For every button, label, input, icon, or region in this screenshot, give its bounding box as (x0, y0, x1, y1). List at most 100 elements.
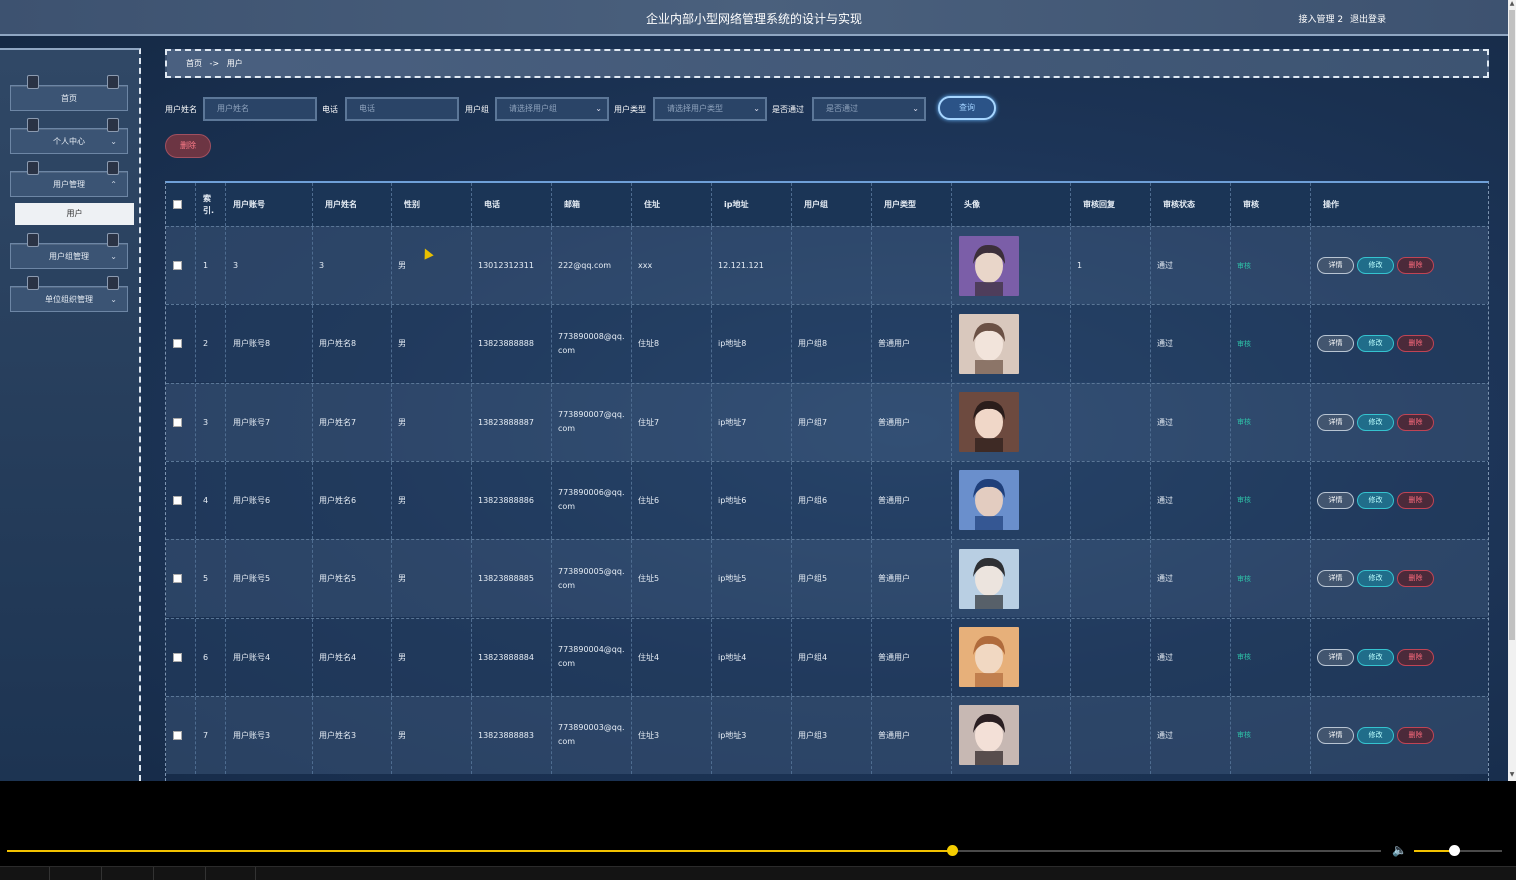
delete-button[interactable]: 删除 (1397, 257, 1434, 274)
sidebar-item-home[interactable]: 首页 (10, 75, 128, 111)
cell-phone: 13823888888 (472, 305, 552, 383)
cell-text-name: 用户姓名8 (319, 339, 357, 349)
playback-progress-bar[interactable] (7, 845, 1381, 856)
system-title: 企业内部小型网络管理系统的设计与实现 (645, 12, 862, 26)
sidebar-subitem-users[interactable]: 用户 (15, 203, 134, 225)
sidebar-item-profile[interactable]: 个人中心 ⌄ (10, 118, 128, 154)
edit-button[interactable]: 修改 (1357, 413, 1394, 431)
header-address: 住址 (632, 183, 712, 226)
select-all-cell (166, 183, 196, 226)
avatar-image (959, 235, 1019, 296)
cell-text-audit[interactable]: 审核 (1237, 261, 1251, 271)
cell-ip: 12.121.121 (712, 227, 792, 304)
cell-ip: ip地址3 (712, 696, 792, 774)
cell-text-type: 普通用户 (878, 730, 910, 740)
cell-text-audit[interactable]: 审核 (1237, 730, 1251, 740)
cell-reply (1071, 305, 1151, 383)
avatar (959, 392, 1019, 453)
cell-text-group: 用户组5 (798, 574, 828, 584)
cell-gender: 男 (392, 540, 472, 618)
delete-button[interactable]: 删除 (1397, 726, 1434, 744)
cell-text-type: 普通用户 (878, 652, 910, 662)
cell-account: 用户账号4 (226, 618, 313, 696)
cell-gender: 男 (392, 618, 472, 696)
cell-type (872, 227, 952, 304)
edit-button[interactable]: 修改 (1357, 491, 1394, 509)
breadcrumb-home[interactable]: 首页 (186, 59, 202, 68)
cell-ip: ip地址5 (712, 540, 792, 618)
toolbar-segment[interactable] (154, 867, 206, 880)
pass-select[interactable]: 是否通过 ⌄ (812, 97, 926, 121)
row-checkbox[interactable] (173, 495, 182, 505)
cell-reply (1071, 383, 1151, 461)
detail-button[interactable]: 详情 (1317, 491, 1354, 509)
cell-text-email: 773890005@qq.com (558, 566, 625, 590)
table-row: 3 用户账号7 用户姓名7 男 13823888887 773890007@qq.com 住… (166, 382, 1488, 461)
cell-text-idx: 1 (203, 261, 209, 270)
clip-icon (27, 233, 39, 247)
scroll-thumb[interactable] (1509, 10, 1515, 640)
logout-link[interactable]: 退出登录 (1350, 15, 1386, 25)
scrollbar[interactable]: ▲ ▼ (1508, 0, 1516, 781)
toolbar-segment[interactable] (102, 867, 154, 880)
cell-text-audit[interactable]: 审核 (1237, 574, 1251, 584)
cell-avatar (952, 618, 1071, 696)
cell-gender: 男 (392, 227, 472, 304)
delete-button[interactable]: 删除 (1397, 413, 1434, 431)
delete-button[interactable]: 删除 (1397, 570, 1434, 588)
toolbar-segment[interactable] (0, 867, 50, 880)
cell-text-audit[interactable]: 审核 (1237, 339, 1251, 349)
sidebar-item-org-management[interactable]: 单位组织管理 ⌄ (10, 276, 128, 312)
edit-button[interactable]: 修改 (1357, 648, 1394, 666)
sidebar-item-group-management[interactable]: 用户组管理 ⌄ (10, 233, 128, 269)
cell-text-audit[interactable]: 审核 (1237, 652, 1251, 662)
cell-text-account: 用户账号5 (233, 574, 271, 584)
detail-button[interactable]: 详情 (1317, 335, 1354, 353)
edit-button[interactable]: 修改 (1357, 726, 1394, 744)
cell-status: 通过 (1151, 461, 1231, 539)
batch-delete-button[interactable]: 删除 (165, 134, 211, 158)
row-checkbox[interactable] (173, 652, 182, 662)
cell-text-audit[interactable]: 审核 (1237, 495, 1251, 505)
edit-button[interactable]: 修改 (1357, 335, 1394, 353)
volume-knob[interactable] (1448, 845, 1460, 856)
clip-icon (27, 118, 39, 132)
cell-gender: 男 (392, 383, 472, 461)
group-select[interactable]: 请选择用户组 ⌄ (495, 97, 609, 121)
detail-button[interactable]: 详情 (1317, 726, 1354, 744)
name-search-input[interactable]: 用户姓名 (203, 97, 317, 121)
cell-ip: ip地址4 (712, 618, 792, 696)
phone-search-input[interactable]: 电话 (345, 97, 459, 121)
scroll-down-icon[interactable]: ▼ (1508, 771, 1516, 778)
cell-gender: 男 (392, 696, 472, 774)
row-checkbox[interactable] (173, 417, 182, 427)
delete-button[interactable]: 删除 (1397, 491, 1434, 509)
detail-button[interactable]: 详情 (1317, 648, 1354, 666)
type-select[interactable]: 请选择用户类型 ⌄ (653, 97, 767, 121)
detail-button[interactable]: 详情 (1317, 570, 1354, 588)
delete-button[interactable]: 删除 (1397, 648, 1434, 666)
detail-button[interactable]: 详情 (1317, 257, 1354, 274)
row-checkbox[interactable] (173, 730, 182, 740)
volume-icon[interactable]: 🔈 (1392, 843, 1407, 857)
sidebar-item-user-management[interactable]: 用户管理 ⌃ (10, 161, 128, 197)
sidebar-item-label: 用户管理 (53, 180, 85, 189)
edit-button[interactable]: 修改 (1357, 570, 1394, 588)
row-checkbox[interactable] (173, 574, 182, 584)
select-all-checkbox[interactable] (173, 200, 182, 209)
cell-type: 普通用户 (872, 540, 952, 618)
cell-text-name: 3 (319, 261, 325, 270)
toolbar-segment[interactable] (50, 867, 102, 880)
volume-slider[interactable] (1414, 845, 1502, 856)
scroll-up-icon[interactable]: ▲ (1508, 0, 1516, 7)
query-button[interactable]: 查询 (938, 96, 996, 120)
cell-text-account: 用户账号4 (233, 652, 271, 662)
edit-button[interactable]: 修改 (1357, 257, 1394, 274)
row-checkbox[interactable] (173, 339, 182, 349)
toolbar-segment[interactable] (206, 867, 256, 880)
row-checkbox[interactable] (173, 261, 182, 270)
detail-button[interactable]: 详情 (1317, 413, 1354, 431)
cell-text-audit[interactable]: 审核 (1237, 417, 1251, 427)
cell-type: 普通用户 (872, 461, 952, 539)
delete-button[interactable]: 删除 (1397, 335, 1434, 353)
